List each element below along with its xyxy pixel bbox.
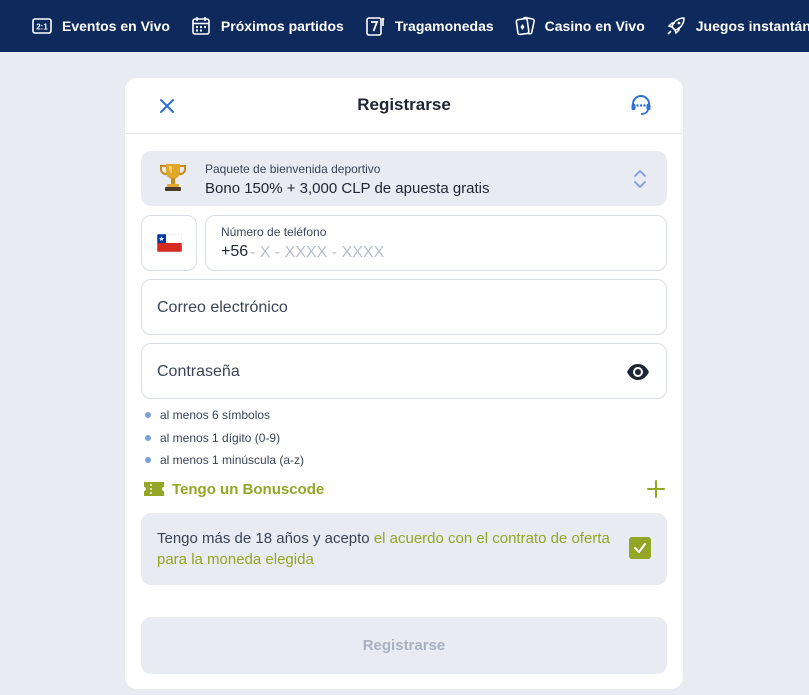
bullet-dot [145,412,151,418]
nav-label: Juegos instantáneos [695,18,809,34]
bonuscode-toggle[interactable]: Tengo un Bonuscode [143,478,665,502]
nav-item-live-events[interactable]: 2:1 Eventos en Vivo [32,16,170,36]
welcome-bonus-selector[interactable]: Paquete de bienvenida deportivo Bono 150… [141,151,667,206]
nav-item-slots[interactable]: Tragamonedas [365,16,494,36]
password-rule: al menos 1 dígito (0-9) [145,430,304,453]
ticket-icon [143,480,165,498]
country-selector[interactable] [141,215,197,271]
nav-label: Próximos partidos [220,18,344,34]
bonus-caption: Paquete de bienvenida deportivo [205,162,381,176]
password-rule: al menos 6 símbolos [145,407,304,430]
slot-seven-icon [365,16,385,36]
registration-modal: Registrarse Paquete de bienvenida deport… [125,78,683,689]
nav-item-live-casino[interactable]: Casino en Vivo [515,16,645,36]
bullet-dot [145,434,151,441]
phone-field[interactable]: Número de teléfono +56 - X - XXXX - XXXX [205,215,667,271]
bullet-dot [145,457,151,463]
chile-flag-icon [157,234,182,252]
password-placeholder: Contraseña [157,363,240,380]
nav-label: Eventos en Vivo [62,18,170,34]
nav-item-instant-games[interactable]: Juegos instantáneos [666,16,809,36]
email-field[interactable]: Correo electrónico [141,279,667,335]
phone-label: Número de teléfono [221,225,327,239]
rule-text: al menos 6 símbolos [160,408,271,422]
bonuscode-label: Tengo un Bonuscode [172,481,325,498]
eye-icon[interactable] [626,362,650,382]
password-rules: al menos 6 símbolos al menos 1 dígito (0… [145,407,304,475]
trophy-icon [159,161,187,193]
password-rule: al menos 1 minúscula (a-z) [145,452,304,475]
agreement-text: Tengo más de 18 años y acepto el acuerdo… [157,528,627,570]
agreement-checkbox[interactable] [629,537,651,559]
headset-icon[interactable] [629,93,653,117]
calendar-icon [191,16,211,36]
svg-text:2:1: 2:1 [36,23,48,32]
register-button[interactable]: Registrarse [141,617,667,674]
modal-header: Registrarse [125,78,683,134]
cards-icon [515,16,535,36]
rule-text: al menos 1 minúscula (a-z) [160,453,305,467]
plus-icon[interactable] [647,480,665,498]
email-placeholder: Correo electrónico [157,299,288,316]
top-nav: 2:1 Eventos en Vivo Próximos partidos Tr… [0,0,809,52]
agreement-statement: Tengo más de 18 años y acepto [157,530,374,547]
score-icon: 2:1 [32,16,52,36]
nav-item-upcoming[interactable]: Próximos partidos [191,16,344,36]
phone-prefix: +56 [221,243,249,260]
chevron-up-down-icon [633,168,647,190]
phone-placeholder: - X - XXXX - XXXX [250,244,385,261]
nav-label: Tragamonedas [394,18,494,34]
password-field[interactable]: Contraseña [141,343,667,399]
rule-text: al menos 1 dígito (0-9) [160,430,281,445]
bonus-value: Bono 150% + 3,000 CLP de apuesta gratis [205,180,490,197]
nav-label: Casino en Vivo [544,18,645,34]
checkmark-icon [634,543,646,553]
modal-title: Registrarse [357,95,451,114]
rocket-icon [666,16,686,36]
age-agreement: Tengo más de 18 años y acepto el acuerdo… [141,513,667,585]
